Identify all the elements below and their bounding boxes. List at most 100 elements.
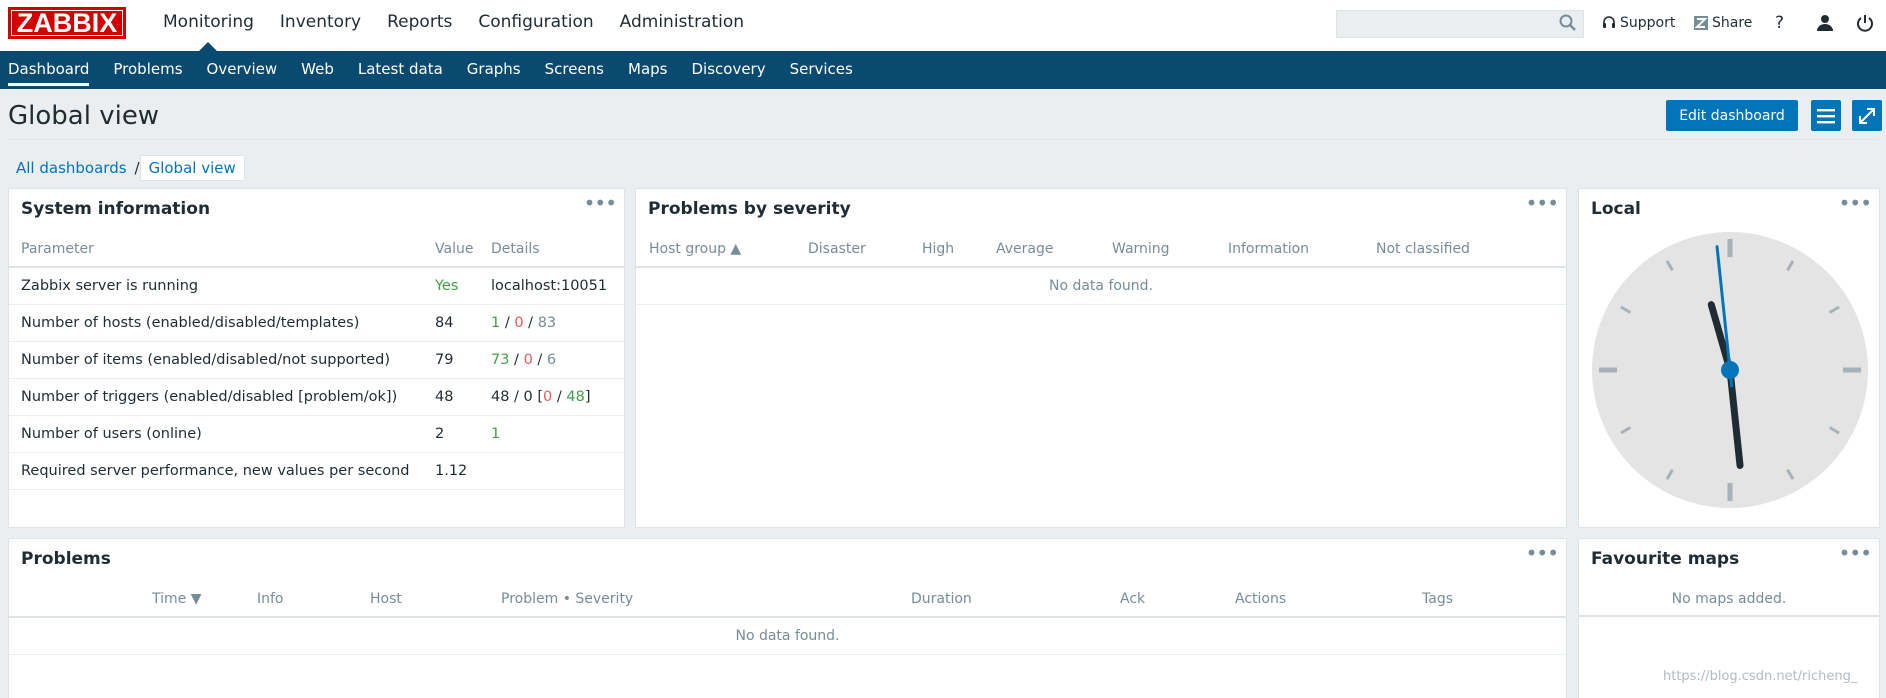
value-cell: 84 <box>435 304 491 342</box>
breadcrumb-all-dashboards[interactable]: All dashboards <box>8 159 135 177</box>
problems-table: Time ▼ Info Host Problem • Severity Dura… <box>9 581 1566 655</box>
value-cell: 48 <box>435 378 491 416</box>
disabled-count: 0 <box>514 314 524 331</box>
details-cell: 73 / 0 / 6 <box>491 341 624 379</box>
page-title: Global view <box>8 101 160 131</box>
column-header-host-group[interactable]: Host group ▲ <box>636 231 808 268</box>
widget-menu-icon[interactable]: ••• <box>1839 541 1872 565</box>
value-cell: 79 <box>435 341 491 379</box>
nav-monitoring[interactable]: Monitoring <box>150 0 267 51</box>
details-cell: localhost:10051 <box>491 267 624 305</box>
column-header: Value <box>435 231 491 268</box>
subnav-dashboard[interactable]: Dashboard <box>0 51 101 89</box>
share-link[interactable]: Share <box>1694 15 1752 31</box>
table-row: No data found. <box>636 267 1566 305</box>
triggers-prefix: 48 / 0 [ <box>491 388 544 405</box>
templates-count: 83 <box>537 314 557 331</box>
details-cell: 1 <box>491 415 624 453</box>
user-profile-icon[interactable] <box>1816 14 1834 32</box>
nav-configuration[interactable]: Configuration <box>465 0 606 51</box>
dashboard-actions-button[interactable] <box>1811 100 1841 131</box>
widget-menu-icon[interactable]: ••• <box>1839 191 1872 215</box>
details-cell: 1 / 0 / 83 <box>491 304 624 342</box>
support-label: Support <box>1620 14 1676 31</box>
top-header: ZABBIX Monitoring Inventory Reports Conf… <box>0 0 1886 51</box>
details-cell: 48 / 0 [0 / 48] <box>491 378 624 416</box>
search-input[interactable] <box>1336 10 1584 38</box>
param-cell: Required server performance, new values … <box>9 452 435 490</box>
table-row: No data found. <box>9 617 1566 655</box>
not-supported-count: 6 <box>546 351 557 368</box>
column-header: Info <box>257 581 370 618</box>
column-header: Duration <box>911 581 1120 618</box>
details-cell <box>491 452 624 490</box>
analog-clock <box>1592 232 1868 508</box>
param-cell: Number of hosts (enabled/disabled/templa… <box>9 304 435 342</box>
share-z-icon <box>1694 15 1708 30</box>
online-users-count: 1 <box>491 425 501 442</box>
severity-table: Host group ▲ Disaster High Average Warni… <box>636 231 1566 305</box>
nav-reports[interactable]: Reports <box>374 0 465 51</box>
nav-administration[interactable]: Administration <box>607 0 757 51</box>
widget-menu-icon[interactable]: ••• <box>584 191 617 215</box>
table-row: Required server performance, new values … <box>9 452 624 490</box>
widget-problems: Problems ••• Time ▼ Info Host Problem • … <box>8 538 1567 698</box>
edit-dashboard-button[interactable]: Edit dashboard <box>1666 100 1798 131</box>
table-row: Number of hosts (enabled/disabled/templa… <box>9 304 624 342</box>
fullscreen-expand-icon <box>1859 107 1875 124</box>
headset-icon <box>1603 15 1615 28</box>
zabbix-logo[interactable]: ZABBIX <box>8 7 126 39</box>
value-cell: Yes <box>435 267 491 305</box>
column-header-time[interactable]: Time ▼ <box>9 581 257 618</box>
help-icon: ? <box>1775 12 1785 33</box>
sub-nav: Dashboard Problems Overview Web Latest d… <box>0 51 1886 89</box>
widget-system-information: System information ••• Parameter Value D… <box>8 188 625 528</box>
nav-inventory[interactable]: Inventory <box>267 0 374 51</box>
column-header: Host <box>370 581 501 618</box>
widget-menu-icon[interactable]: ••• <box>1526 541 1559 565</box>
subnav-overview[interactable]: Overview <box>195 51 290 89</box>
enabled-count: 1 <box>491 314 501 331</box>
widget-menu-icon[interactable]: ••• <box>1526 191 1559 215</box>
breadcrumb-current[interactable]: Global view <box>139 155 245 181</box>
subnav-screens[interactable]: Screens <box>533 51 616 89</box>
kiosk-mode-button[interactable] <box>1852 100 1882 131</box>
system-info-table: Parameter Value Details Zabbix server is… <box>9 231 624 490</box>
main-nav: Monitoring Inventory Reports Configurati… <box>150 0 757 51</box>
separator: / <box>523 314 538 331</box>
share-label: Share <box>1712 14 1753 31</box>
subnav-latest-data[interactable]: Latest data <box>346 51 455 89</box>
widget-title: Local <box>1591 199 1641 219</box>
column-header: Warning <box>1112 231 1228 268</box>
help-button[interactable]: ? <box>1775 13 1784 33</box>
separator: / <box>552 388 567 405</box>
column-header: Actions <box>1235 581 1422 618</box>
table-row: Number of triggers (enabled/disabled [pr… <box>9 378 624 416</box>
column-header: Disaster <box>808 231 922 268</box>
search-icon[interactable] <box>1558 13 1578 33</box>
widget-title: Problems <box>21 549 111 569</box>
disabled-count: 0 <box>523 351 533 368</box>
column-header: Not classified <box>1376 231 1566 268</box>
table-row: Zabbix server is running Yes localhost:1… <box>9 267 624 305</box>
subnav-maps[interactable]: Maps <box>616 51 679 89</box>
power-sign-out-icon[interactable] <box>1856 14 1874 32</box>
column-header: High <box>922 231 996 268</box>
value-cell: 2 <box>435 415 491 453</box>
separator: / <box>532 351 547 368</box>
subnav-discovery[interactable]: Discovery <box>679 51 777 89</box>
problem-count: 0 <box>543 388 553 405</box>
widget-problems-by-severity: Problems by severity ••• Host group ▲ Di… <box>635 188 1567 528</box>
subnav-services[interactable]: Services <box>778 51 865 89</box>
ok-count: 48 <box>566 388 585 405</box>
separator: / <box>500 314 515 331</box>
watermark: https://blog.csdn.net/richeng_ <box>1663 669 1858 684</box>
subnav-problems[interactable]: Problems <box>101 51 194 89</box>
column-header: Ack <box>1120 581 1235 618</box>
subnav-web[interactable]: Web <box>289 51 346 89</box>
support-link[interactable]: Support <box>1602 15 1675 31</box>
subnav-graphs[interactable]: Graphs <box>455 51 533 89</box>
column-header: Problem • Severity <box>501 581 911 618</box>
param-cell: Number of triggers (enabled/disabled [pr… <box>9 378 435 416</box>
clock-center <box>1721 361 1739 379</box>
